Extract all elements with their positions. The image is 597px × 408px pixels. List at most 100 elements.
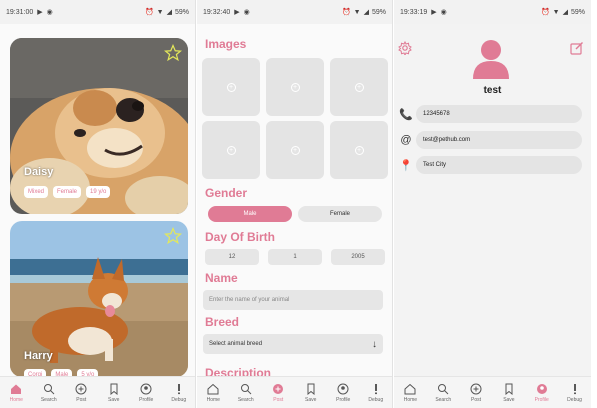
nav-label: Save [503,396,515,403]
nav-profile[interactable]: Profile [526,383,558,403]
add-circle-icon [273,383,284,394]
image-slot[interactable]: + [202,58,260,116]
add-image-icon: + [226,145,236,155]
gender-male-button[interactable]: Male [208,206,292,222]
status-bar: 19:32:40 ▶ ◉ ⏰ ▼ ◢ 59% [197,0,392,24]
add-image-icon: + [290,145,300,155]
wifi-icon: ▼ [552,8,560,16]
profile-icon [337,383,349,394]
nav-search[interactable]: Search [33,383,65,403]
image-slot[interactable]: + [266,58,324,116]
image-slot[interactable]: + [330,58,388,116]
status-time: 19:32:40 [203,8,231,16]
favorite-star-icon[interactable] [164,227,182,245]
nav-profile[interactable]: Profile [130,383,162,403]
nav-label: Home [9,396,23,403]
city-field[interactable]: Test City [416,156,582,174]
bottom-nav: Home Search Post Save Profile Debug [0,376,195,408]
location-pin-icon: 📍 [399,159,413,172]
alarm-icon: ⏰ [341,9,351,16]
breed-title: Breed [205,315,240,329]
play-icon: ▶ [234,9,240,16]
city-row: 📍 Test City [399,155,585,175]
alarm-icon: ⏰ [144,9,154,16]
nav-save[interactable]: Save [295,383,327,403]
notification-icon: ◉ [440,9,447,16]
nav-home[interactable]: Home [394,383,426,403]
image-grid: + + + + + + [202,58,388,179]
signal-icon: ◢ [363,9,369,16]
settings-gear-icon[interactable] [398,41,412,55]
phone-row: 📞 12345678 [399,104,585,124]
image-slot[interactable]: + [202,121,260,179]
dob-fields: 12 1 2005 [205,249,385,265]
nav-post[interactable]: Post [460,383,492,403]
nav-label: Save [108,396,120,403]
nav-label: Debug [171,396,187,403]
status-battery: 59% [570,8,585,16]
edit-icon[interactable] [570,41,584,55]
signal-icon: ◢ [166,9,172,16]
bookmark-icon [110,383,118,395]
image-slot[interactable]: + [266,121,324,179]
nav-home[interactable]: Home [0,383,32,403]
status-battery: 59% [174,8,189,16]
nav-label: Debug [368,396,384,403]
home-icon [11,384,22,394]
status-time: 19:33:19 [400,8,428,16]
add-image-icon: + [226,82,236,92]
bottom-nav: Home Search Post Save Profile Debug [394,376,591,408]
profile-icon [536,383,547,394]
status-bar: 19:33:19 ▶ ◉ ⏰ ▼ ◢ 59% [394,0,591,24]
notification-icon: ◉ [46,9,53,16]
breed-select[interactable]: Select animal breed ↓ [203,334,383,354]
alarm-icon: ⏰ [540,9,550,16]
status-battery: 59% [371,8,386,16]
add-image-icon: + [354,82,364,92]
nav-post[interactable]: Post [65,383,97,403]
pet-name: Harry [24,350,53,362]
add-circle-icon [470,383,482,394]
image-slot[interactable]: + [330,121,388,179]
gender-female-button[interactable]: Female [298,206,382,222]
nav-save[interactable]: Save [98,383,130,403]
dob-title: Day Of Birth [205,230,276,244]
gender-toggle: Male Female [208,206,382,222]
phone-field[interactable]: 12345678 [416,105,582,123]
nav-save[interactable]: Save [493,383,525,403]
nav-home[interactable]: Home [197,383,229,403]
favorite-star-icon[interactable] [164,44,182,62]
nav-profile[interactable]: Profile [327,383,359,403]
status-bar: 19:31:00 ▶ ◉ ⏰ ▼ ◢ 59% [0,0,195,24]
post-screen: 19:32:40 ▶ ◉ ⏰ ▼ ◢ 59% Images + + + + + … [197,0,393,408]
avatar-icon [473,40,509,79]
dob-year-field[interactable]: 2005 [331,249,385,265]
nav-debug[interactable]: Debug [163,383,195,403]
play-icon: ▶ [431,9,437,16]
bookmark-icon [307,383,315,395]
status-time: 19:31:00 [6,8,34,16]
nav-label: Home [403,396,418,403]
images-title: Images [205,37,247,51]
dob-day-field[interactable]: 12 [205,249,259,265]
alert-icon [573,383,576,394]
nav-search[interactable]: Search [230,383,262,403]
wifi-icon: ▼ [156,8,164,16]
nav-search[interactable]: Search [427,383,459,403]
search-icon [43,383,55,394]
email-row: @ test@pethub.com [400,130,585,150]
add-circle-icon [75,383,87,394]
signal-icon: ◢ [562,9,568,16]
play-icon: ▶ [37,9,43,16]
add-image-icon: + [354,145,364,155]
nav-label: Debug [567,396,582,403]
email-field[interactable]: test@pethub.com [416,131,582,149]
nav-post[interactable]: Post [262,383,294,403]
nav-debug[interactable]: Debug [360,383,392,403]
dob-month-field[interactable]: 1 [268,249,322,265]
phone-icon: 📞 [399,108,413,121]
gender-title: Gender [205,186,248,200]
nav-debug[interactable]: Debug [559,383,591,403]
name-input[interactable]: Enter the name of your animal [203,290,383,310]
feed-screen: 19:31:00 ▶ ◉ ⏰ ▼ ◢ 59% Daisy Mixed Femal… [0,0,196,408]
